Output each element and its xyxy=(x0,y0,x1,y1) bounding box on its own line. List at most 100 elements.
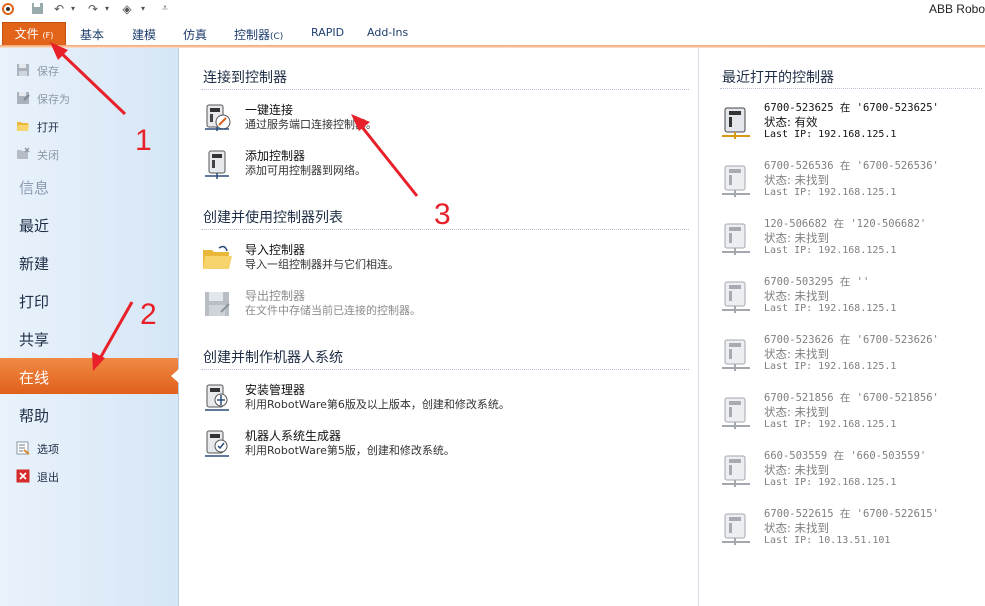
controller-status: 状态: 有效 xyxy=(764,115,818,129)
recent-controller-item[interactable]: 660-503559 在 '660-503559' 状态: 未找到 Last I… xyxy=(720,448,982,498)
controller-offline-icon xyxy=(720,454,752,488)
recent-controller-item[interactable]: 6700-523626 在 '6700-523626' 状态: 未找到 Last… xyxy=(720,332,982,382)
menu-online[interactable]: 在线 xyxy=(0,358,180,394)
quick-access-toolbar: ↶ ▾ ↷ ▾ ◈ ▾ ⩡ ABB Robo xyxy=(0,0,985,20)
controller-offline-icon xyxy=(720,512,752,546)
controller-name: 660-503559 在 '660-503559' xyxy=(764,450,927,462)
tag-icon[interactable]: ◈ xyxy=(120,2,134,16)
controller-ip: Last IP: 10.13.51.101 xyxy=(764,535,891,546)
tab-add-ins[interactable]: Add-Ins xyxy=(367,26,408,39)
window-title: ABB Robo xyxy=(928,2,985,16)
tab-controller-key: (C) xyxy=(270,32,284,42)
recent-controller-item[interactable]: 6700-522615 在 '6700-522615' 状态: 未找到 Last… xyxy=(720,506,982,556)
save-icon[interactable] xyxy=(30,2,44,16)
annotation-label-1: 1 xyxy=(135,124,152,157)
action-desc: 导入一组控制器并与它们相连。 xyxy=(245,258,399,271)
chevron-down-icon[interactable]: ▾ xyxy=(100,2,114,16)
menu-new[interactable]: 新建 xyxy=(0,244,178,280)
action-export-controller[interactable]: 导出控制器 在文件中存储当前已连接的控制器。 xyxy=(201,286,661,326)
section-title-connect: 连接到控制器 xyxy=(203,70,287,86)
controller-online-icon xyxy=(720,106,752,140)
controller-ip: Last IP: 192.168.125.1 xyxy=(764,129,897,140)
controller-ip: Last IP: 192.168.125.1 xyxy=(764,419,897,430)
menu-save-as[interactable]: 保存为 xyxy=(0,85,178,111)
recent-controller-item[interactable]: 6700-523625 在 '6700-523625' 状态: 有效 Last … xyxy=(720,100,982,150)
controller-offline-icon xyxy=(720,164,752,198)
action-add-controller[interactable]: 添加控制器 添加可用控制器到网络。 xyxy=(201,146,661,186)
action-desc: 在文件中存储当前已连接的控制器。 xyxy=(245,304,421,317)
menu-options[interactable]: 选项 xyxy=(0,435,178,461)
menu-exit-label: 退出 xyxy=(37,471,59,484)
tab-basic[interactable]: 基本 xyxy=(80,26,104,43)
tab-controller-label: 控制器 xyxy=(234,28,271,42)
controller-offline-icon xyxy=(720,280,752,314)
controller-name: 6700-526536 在 '6700-526536' xyxy=(764,160,939,172)
recent-controller-item[interactable]: 6700-503295 在 '' 状态: 未找到 Last IP: 192.16… xyxy=(720,274,982,324)
controller-ip: Last IP: 192.168.125.1 xyxy=(764,245,897,256)
menu-help-label: 帮助 xyxy=(19,407,50,425)
import-folder-icon xyxy=(201,242,233,274)
tab-rapid[interactable]: RAPID xyxy=(311,26,344,39)
action-import-controller[interactable]: 导入控制器 导入一组控制器并与它们相连。 xyxy=(201,240,661,280)
file-tab-label: 文件 xyxy=(14,27,39,41)
add-controller-icon xyxy=(201,148,233,180)
close-folder-icon xyxy=(16,147,30,161)
controller-name: 6700-523626 在 '6700-523626' xyxy=(764,334,939,346)
action-desc: 利用RobotWare第6版及以上版本，创建和修改系统。 xyxy=(245,398,510,411)
controller-offline-icon xyxy=(720,338,752,372)
menu-close-label: 关闭 xyxy=(37,149,59,162)
save-as-icon xyxy=(16,91,30,105)
tab-modeling[interactable]: 建模 xyxy=(132,26,156,43)
menu-info-label: 信息 xyxy=(19,179,50,197)
menu-exit[interactable]: 退出 xyxy=(0,463,178,489)
system-builder-icon xyxy=(201,428,233,460)
recent-controller-item[interactable]: 120-506682 在 '120-506682' 状态: 未找到 Last I… xyxy=(720,216,982,266)
exit-icon xyxy=(16,469,30,483)
controller-ip: Last IP: 192.168.125.1 xyxy=(764,303,897,314)
chevron-down-icon[interactable]: ▾ xyxy=(136,2,150,16)
menu-open-label: 打开 xyxy=(37,121,59,134)
section-divider xyxy=(201,89,689,91)
section-divider xyxy=(201,369,689,371)
controller-name: 6700-521856 在 '6700-521856' xyxy=(764,392,939,404)
menu-save-as-label: 保存为 xyxy=(37,93,70,106)
save-icon xyxy=(16,63,30,77)
action-system-builder[interactable]: 机器人系统生成器 利用RobotWare第5版，创建和修改系统。 xyxy=(201,426,661,466)
tab-controller[interactable]: 控制器(C) xyxy=(234,26,283,43)
customize-toolbar-icon[interactable]: ⩡ xyxy=(158,2,172,16)
action-desc: 利用RobotWare第5版，创建和修改系统。 xyxy=(245,444,455,457)
undo-icon[interactable]: ↶ xyxy=(52,2,66,16)
installation-manager-icon xyxy=(201,382,233,414)
annotation-label-3: 3 xyxy=(434,198,451,231)
menu-save[interactable]: 保存 xyxy=(0,57,178,83)
controller-name: 6700-523625 在 '6700-523625' xyxy=(764,102,939,114)
app-menu-icon[interactable] xyxy=(1,2,15,16)
tab-file[interactable]: 文件 (F) xyxy=(2,22,66,47)
action-installation-manager[interactable]: 安装管理器 利用RobotWare第6版及以上版本，创建和修改系统。 xyxy=(201,380,661,420)
action-desc: 添加可用控制器到网络。 xyxy=(245,164,366,177)
menu-print-label: 打印 xyxy=(19,293,50,311)
recent-controller-item[interactable]: 6700-526536 在 '6700-526536' 状态: 未找到 Last… xyxy=(720,158,982,208)
menu-info[interactable]: 信息 xyxy=(0,168,178,204)
recent-title: 最近打开的控制器 xyxy=(722,70,834,86)
panel-divider xyxy=(698,48,699,606)
controller-ip: Last IP: 192.168.125.1 xyxy=(764,361,897,372)
section-title-robot-system: 创建并制作机器人系统 xyxy=(203,350,343,366)
menu-recent[interactable]: 最近 xyxy=(0,206,178,242)
one-click-connect-icon xyxy=(201,102,233,134)
file-tab-key: (F) xyxy=(42,31,54,40)
annotation-label-2: 2 xyxy=(140,298,157,331)
menu-save-label: 保存 xyxy=(37,65,59,78)
controller-offline-icon xyxy=(720,396,752,430)
section-title-controller-list: 创建并使用控制器列表 xyxy=(203,210,343,226)
redo-icon[interactable]: ↷ xyxy=(86,2,100,16)
menu-help[interactable]: 帮助 xyxy=(0,396,178,432)
tab-simulation[interactable]: 仿真 xyxy=(183,26,207,43)
open-folder-icon xyxy=(16,119,30,133)
controller-status: 状态: 未找到 xyxy=(764,405,830,419)
online-panel: 连接到控制器 一键连接 通过服务端口连接控制器。 添加控制器 添加可用控制器到网… xyxy=(179,48,699,606)
action-one-click-connect[interactable]: 一键连接 通过服务端口连接控制器。 xyxy=(201,100,661,140)
chevron-down-icon[interactable]: ▾ xyxy=(66,2,80,16)
recent-controller-item[interactable]: 6700-521856 在 '6700-521856' 状态: 未找到 Last… xyxy=(720,390,982,440)
section-divider xyxy=(720,88,982,90)
